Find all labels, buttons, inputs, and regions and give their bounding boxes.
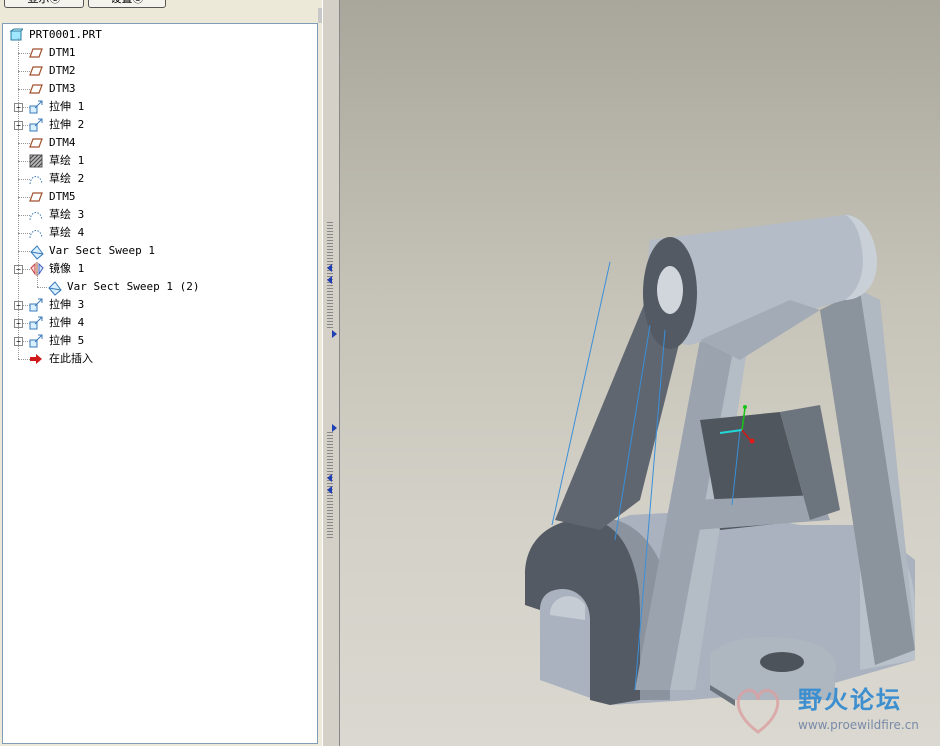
watermark-title: 野火论坛 [798,686,902,714]
datum-plane-icon [29,136,43,150]
collapse-left-arrow-icon-2[interactable] [327,276,332,284]
tree-item[interactable]: DTM5 [3,188,317,206]
tree-item-label: 在此插入 [49,352,93,365]
sketch-icon [29,208,43,222]
sweep-icon [29,244,44,260]
watermark-url: www.proewildfire.cn [798,718,919,732]
sweep-icon [47,280,62,296]
tree-item[interactable]: PRT0001.PRT [3,26,317,44]
tree-connector-line [18,38,19,359]
tree-item[interactable]: DTM3 [3,80,317,98]
tree-item[interactable]: + 拉伸 4 [3,314,317,332]
watermark-heart-logo-icon [736,688,780,734]
tree-item-label: 拉伸 5 [49,334,85,347]
tree-item-label: DTM4 [49,136,76,149]
datum-plane-icon [29,190,43,204]
model-tree-toolbar: 显示Ⓒ 设置Ⓢ [0,0,322,10]
top-cylinder-bore [657,266,683,314]
bottom-lug-hole [760,652,804,672]
watermark: 野火论坛 www.proewildfire.cn [728,678,938,740]
extrude-icon [29,334,43,348]
extrude-icon [29,316,43,330]
collapse-left-arrow-icon-3[interactable] [327,474,332,482]
tree-item[interactable]: Var Sect Sweep 1 [3,242,317,260]
tree-item-label: 镜像 1 [49,262,85,275]
sketch-icon [29,172,43,186]
extrude-icon [29,100,43,114]
tree-item-label: 拉伸 4 [49,316,85,329]
datum-plane-icon [29,82,43,96]
tree-item-label: DTM1 [49,46,76,59]
part-icon [9,28,25,42]
tree-item-label: PRT0001.PRT [29,28,102,41]
expand-right-arrow-icon[interactable] [332,330,337,338]
datum-plane-icon [29,64,43,78]
tree-item[interactable]: 在此插入 [3,350,317,368]
tree-item-label: 拉伸 2 [49,118,85,131]
collapse-left-arrow-icon-4[interactable] [327,486,332,494]
graphics-viewport[interactable]: 野火论坛 www.proewildfire.cn [340,0,940,746]
tree-item[interactable]: 草绘 4 [3,224,317,242]
tree-connector-line-child [37,272,38,287]
tree-item-label: 拉伸 3 [49,298,85,311]
tree-item[interactable]: + 拉伸 3 [3,296,317,314]
splitter-grip-bottom[interactable] [327,432,333,538]
sketch-icon [29,226,43,240]
extrude-icon [29,298,43,312]
sketch-hatched-icon [29,154,43,168]
extrude-icon [29,118,43,132]
tree-item[interactable]: + 拉伸 1 [3,98,317,116]
tree-item[interactable]: + 拉伸 2 [3,116,317,134]
tree-item-label: 草绘 2 [49,172,85,185]
model-tree-panel: 显示Ⓒ 设置Ⓢ PRT0001.PRTDTM1DTM2DTM3+拉伸 1+拉伸 … [0,0,322,746]
settings-button[interactable]: 设置Ⓢ [88,0,166,8]
tree-item[interactable]: 草绘 3 [3,206,317,224]
tree-item[interactable]: DTM2 [3,62,317,80]
tree-item-label: DTM3 [49,82,76,95]
insert-here-arrow-icon [29,352,43,366]
model-tree: PRT0001.PRT DTM1 DTM2 DTM3 + 拉伸 1 + 拉伸 2 DTM4 草绘 … [2,23,318,744]
tree-item-label: DTM2 [49,64,76,77]
tree-item-label: 草绘 3 [49,208,85,221]
splitter-grip-top[interactable] [327,222,333,328]
tree-item-label: Var Sect Sweep 1 [49,244,155,257]
x-axis-end-icon [749,438,755,444]
tree-item[interactable]: 草绘 1 [3,152,317,170]
tree-item-label: 拉伸 1 [49,100,85,113]
tree-item-label: Var Sect Sweep 1 (2) [67,280,200,293]
tree-item[interactable]: DTM4 [3,134,317,152]
tree-item-label: 草绘 1 [49,154,85,167]
tree-item[interactable]: Var Sect Sweep 1 (2) [3,278,317,296]
tree-item[interactable]: 草绘 2 [3,170,317,188]
datum-plane-icon [29,46,43,60]
tree-item-label: 草绘 4 [49,226,85,239]
y-axis-end-icon [743,405,747,409]
panel-splitter[interactable] [322,0,340,746]
tree-item[interactable]: + 拉伸 5 [3,332,317,350]
expand-right-arrow-icon-2[interactable] [332,424,337,432]
part-model [525,214,915,706]
tree-item-label: DTM5 [49,190,76,203]
mirror-icon [29,262,44,276]
collapse-left-arrow-icon[interactable] [327,264,332,272]
tree-item[interactable]: DTM1 [3,44,317,62]
show-button[interactable]: 显示Ⓒ [4,0,84,8]
tree-item[interactable]: − 镜像 1 [3,260,317,278]
